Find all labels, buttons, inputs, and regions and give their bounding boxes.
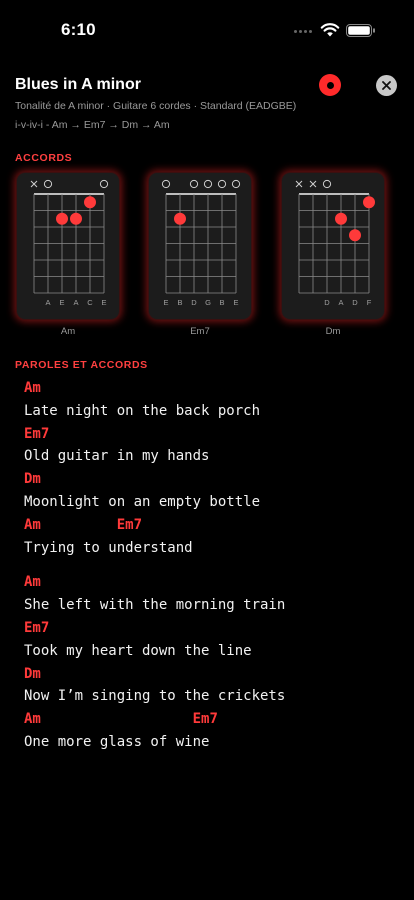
status-time: 6:10: [61, 20, 96, 39]
status-bar: 6:10: [0, 0, 414, 60]
lyric-line: Moonlight on an empty bottle: [24, 494, 261, 510]
string-note-label: D: [352, 298, 358, 307]
chords-section-label: ACCORDS: [15, 152, 73, 164]
open-string-marker: [43, 179, 53, 189]
finger-dot: [335, 212, 347, 225]
lyric-line: Now I’m singing to the crickets: [24, 688, 286, 705]
chord-symbol[interactable]: Em7: [24, 620, 49, 636]
muted-string-marker: [295, 180, 303, 188]
string-note-label: E: [101, 298, 106, 307]
string-note-label: A: [45, 298, 50, 307]
song-title: Blues in A minor: [15, 76, 141, 93]
string-note-label: E: [163, 298, 168, 307]
chord-symbol[interactable]: Dm: [24, 471, 41, 487]
chord-symbol[interactable]: Am: [24, 574, 41, 590]
chord-symbol[interactable]: Em7: [24, 426, 49, 442]
finger-dot: [70, 212, 82, 225]
finger-dot: [84, 196, 96, 209]
string-note-label: D: [191, 298, 197, 307]
chord-line: Em7: [24, 426, 384, 444]
close-button[interactable]: [376, 75, 397, 96]
record-icon: [326, 81, 334, 89]
chord-card-em7[interactable]: EBDGBE: [148, 172, 252, 320]
chord-card-am[interactable]: AEACE: [16, 172, 120, 320]
chord-symbol[interactable]: Am: [24, 711, 41, 727]
chord-symbol[interactable]: Em7: [117, 517, 142, 533]
open-string-marker: [99, 179, 109, 189]
string-note-label: B: [177, 298, 182, 307]
chord-line: Em7: [24, 620, 384, 638]
chord-diagram: EBDGBE: [161, 179, 241, 307]
signal-icon: [294, 30, 312, 33]
chord-symbol[interactable]: Em7: [193, 711, 218, 727]
muted-string-marker: [30, 180, 38, 188]
string-note-label: F: [367, 298, 372, 307]
chord-card-dm[interactable]: DADF: [281, 172, 385, 320]
lyric-line: Trying to understand: [24, 539, 193, 556]
string-note-label: D: [324, 298, 330, 307]
string-note-label: C: [87, 298, 93, 307]
open-string-marker: [189, 179, 199, 189]
open-string-marker: [231, 179, 241, 189]
chord-name-label: Em7: [190, 326, 210, 337]
chord-line: Am Em7: [24, 711, 384, 729]
finger-dot: [349, 229, 361, 242]
lyric-line: Late night on the back porch: [24, 402, 261, 419]
wifi-icon: [320, 23, 340, 37]
open-string-marker: [322, 179, 332, 189]
chord-symbol[interactable]: Am: [24, 517, 41, 533]
lyrics-section-label: PAROLES ET ACCORDS: [15, 359, 148, 371]
chord-line: Dm: [24, 471, 384, 489]
chord-symbol[interactable]: Dm: [24, 666, 41, 682]
chord-line: Am: [24, 380, 384, 398]
string-note-label: B: [219, 298, 224, 307]
chord-line: Am: [24, 574, 384, 592]
open-string-marker: [161, 179, 171, 189]
chord-diagram: DADF: [295, 179, 375, 307]
finger-dot: [56, 212, 68, 225]
open-string-marker: [217, 179, 227, 189]
lyric-line: Took my heart down the line: [24, 642, 252, 659]
chord-line: Dm: [24, 666, 384, 684]
chord-line: Am Em7: [24, 517, 384, 535]
lyric-line: She left with the morning train: [24, 597, 286, 614]
chord-name-label: Dm: [325, 326, 341, 337]
lyric-line: One more glass of wine: [24, 734, 210, 750]
string-note-label: G: [205, 298, 211, 307]
string-note-label: E: [59, 298, 64, 307]
finger-dot: [363, 196, 375, 209]
chord-symbol[interactable]: Am: [24, 380, 41, 396]
chord-name-label: Am: [60, 326, 76, 337]
finger-dot: [174, 212, 186, 225]
muted-string-marker: [309, 180, 317, 188]
record-button[interactable]: [319, 74, 341, 96]
chord-progression: i-v-iv-i - Am → Em7 → Dm → Am: [15, 119, 170, 131]
string-note-label: E: [233, 298, 238, 307]
string-note-label: A: [73, 298, 78, 307]
open-string-marker: [203, 179, 213, 189]
string-note-label: A: [338, 298, 343, 307]
lyric-line: Old guitar in my hands: [24, 448, 210, 465]
battery-icon: [346, 24, 375, 37]
song-subtitle: Tonalité de A minor · Guitare 6 cordes ·…: [15, 100, 297, 112]
close-icon: [382, 81, 391, 90]
chord-diagram: AEACE: [30, 179, 109, 307]
